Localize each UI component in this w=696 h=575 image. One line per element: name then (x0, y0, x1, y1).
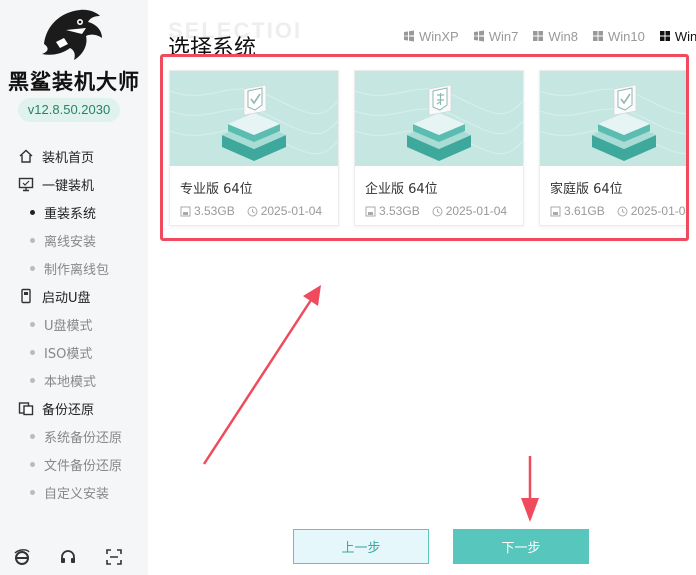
sidebar-item-label: U盘模式 (44, 318, 93, 334)
installer-box-illustration (540, 84, 686, 161)
system-card-professional[interactable]: 专业版 64位 3.53GB 2025-01-04 (169, 70, 339, 226)
tab-win11[interactable]: Win1 (659, 26, 696, 46)
tab-win10[interactable]: Win10 (592, 26, 645, 46)
sidebar-item-boot-usb[interactable]: 启动U盘 (0, 282, 148, 310)
tab-label: Win8 (548, 28, 578, 44)
home-icon (19, 149, 33, 163)
tab-label: Win1 (674, 28, 696, 44)
system-cards-highlight: 专业版 64位 3.53GB 2025-01-04 企业版 64位 3.53GB… (160, 54, 689, 241)
system-meta: 3.61GB 2025-01-04 (550, 204, 689, 218)
previous-step-button[interactable]: 上一步 (293, 529, 429, 564)
sidebar-nav: 装机首页 一键装机 重装系统 离线安装 制作离线包 启动U盘 U盘模式 ISO模… (0, 142, 148, 506)
sidebar-item-system-backup[interactable]: 系统备份还原 (0, 422, 148, 450)
system-size: 3.53GB (194, 204, 235, 218)
monitor-icon (18, 177, 34, 192)
clock-icon (617, 206, 628, 216)
bullet-icon (30, 209, 35, 215)
installer-box-illustration (355, 84, 523, 161)
bullet-icon (30, 461, 35, 467)
bullet-icon (30, 237, 35, 243)
sidebar-item-backup-restore[interactable]: 备份还原 (0, 394, 148, 422)
sidebar-item-label: ISO模式 (44, 346, 93, 362)
ie-icon[interactable] (13, 548, 31, 566)
brand-name: 黑鲨装机大师 (8, 70, 140, 94)
system-meta: 3.53GB 2025-01-04 (180, 204, 322, 218)
tab-win8[interactable]: Win8 (532, 26, 578, 46)
system-name: 专业版 64位 (180, 182, 253, 197)
system-date: 2025-01-04 (445, 204, 508, 218)
system-date: 2025-01-04 (630, 204, 689, 218)
sidebar-item-reinstall-system[interactable]: 重装系统 (0, 198, 148, 226)
sidebar-item-label: 一键装机 (42, 178, 95, 194)
sidebar-item-local-mode[interactable]: 本地模式 (0, 366, 148, 394)
card-illustration (355, 71, 523, 166)
bullet-icon (30, 349, 35, 355)
clock-icon (247, 206, 258, 216)
system-size: 3.53GB (379, 204, 420, 218)
sidebar-item-label: 备份还原 (42, 402, 95, 418)
sidebar-item-file-backup[interactable]: 文件备份还原 (0, 450, 148, 478)
windows-7-icon (473, 30, 484, 42)
clock-icon (432, 206, 443, 216)
bullet-icon (30, 433, 35, 439)
backup-icon (18, 402, 34, 416)
scan-icon[interactable] (105, 548, 123, 566)
version-badge: v12.8.50.2030 (18, 98, 120, 122)
os-tabs: WinXP Win7 Win8 Win10 Win1 (403, 26, 696, 46)
sidebar-item-label: 制作离线包 (44, 262, 110, 278)
shark-logo (42, 9, 102, 61)
sidebar-item-one-click-install[interactable]: 一键装机 (0, 170, 148, 198)
sidebar-item-label: 本地模式 (44, 374, 97, 390)
sidebar-item-label: 系统备份还原 (44, 430, 123, 446)
sidebar-item-home[interactable]: 装机首页 (0, 142, 148, 170)
bullet-icon (30, 489, 35, 495)
disk-icon (365, 206, 376, 216)
sidebar-item-make-offline-package[interactable]: 制作离线包 (0, 254, 148, 282)
sidebar: 黑鲨装机大师 v12.8.50.2030 装机首页 一键装机 重装系统 离线安装… (0, 0, 148, 575)
next-step-button[interactable]: 下一步 (453, 529, 589, 564)
windows-11-icon (659, 31, 670, 41)
sidebar-item-label: 离线安装 (44, 234, 97, 250)
system-date: 2025-01-04 (260, 204, 323, 218)
windows-8-icon (533, 31, 544, 41)
sidebar-item-label: 启动U盘 (42, 290, 91, 306)
tab-winxp[interactable]: WinXP (403, 26, 459, 46)
headset-icon[interactable] (59, 548, 77, 566)
sidebar-item-label: 文件备份还原 (44, 458, 123, 474)
tab-win7[interactable]: Win7 (473, 26, 519, 46)
sidebar-item-custom-install[interactable]: 自定义安装 (0, 478, 148, 506)
tab-label: Win10 (607, 28, 645, 44)
sidebar-item-label: 装机首页 (42, 150, 95, 166)
tab-label: Win7 (488, 28, 519, 44)
sidebar-item-offline-install[interactable]: 离线安装 (0, 226, 148, 254)
system-card-home[interactable]: 家庭版 64位 3.61GB 2025-01-04 (539, 70, 689, 226)
usb-icon (21, 288, 31, 304)
system-size: 3.61GB (564, 204, 605, 218)
windows-10-icon (592, 31, 603, 41)
sidebar-item-label: 重装系统 (44, 206, 97, 222)
sidebar-item-label: 自定义安装 (44, 486, 110, 502)
card-illustration (540, 71, 686, 166)
system-name: 企业版 64位 (365, 182, 438, 197)
disk-icon (550, 206, 561, 216)
system-name: 家庭版 64位 (550, 182, 623, 197)
tab-label: WinXP (419, 28, 459, 44)
sidebar-item-iso-mode[interactable]: ISO模式 (0, 338, 148, 366)
bullet-icon (30, 265, 35, 271)
main-panel: SELECTIOI 选择系统 WinXP Win7 Win8 Win10 Win… (148, 0, 696, 575)
system-card-enterprise[interactable]: 企业版 64位 3.53GB 2025-01-04 (354, 70, 524, 226)
windows-xp-icon (404, 30, 414, 42)
system-meta: 3.53GB 2025-01-04 (365, 204, 507, 218)
sidebar-item-usb-mode[interactable]: U盘模式 (0, 310, 148, 338)
bullet-icon (30, 377, 35, 383)
disk-icon (180, 206, 191, 216)
sidebar-footer (0, 548, 148, 572)
installer-box-illustration (170, 84, 338, 161)
card-illustration (170, 71, 338, 166)
bullet-icon (30, 321, 35, 327)
